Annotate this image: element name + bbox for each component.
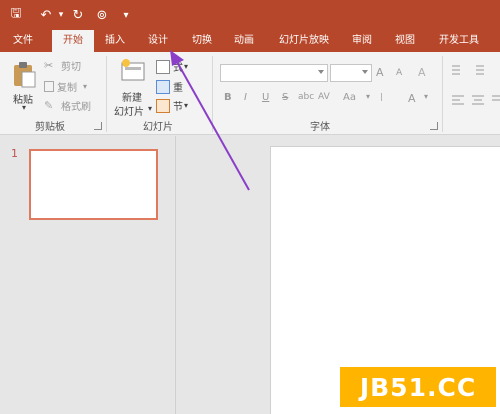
annotation-arrow [170, 50, 250, 191]
watermark: JB51.CC [340, 367, 496, 407]
